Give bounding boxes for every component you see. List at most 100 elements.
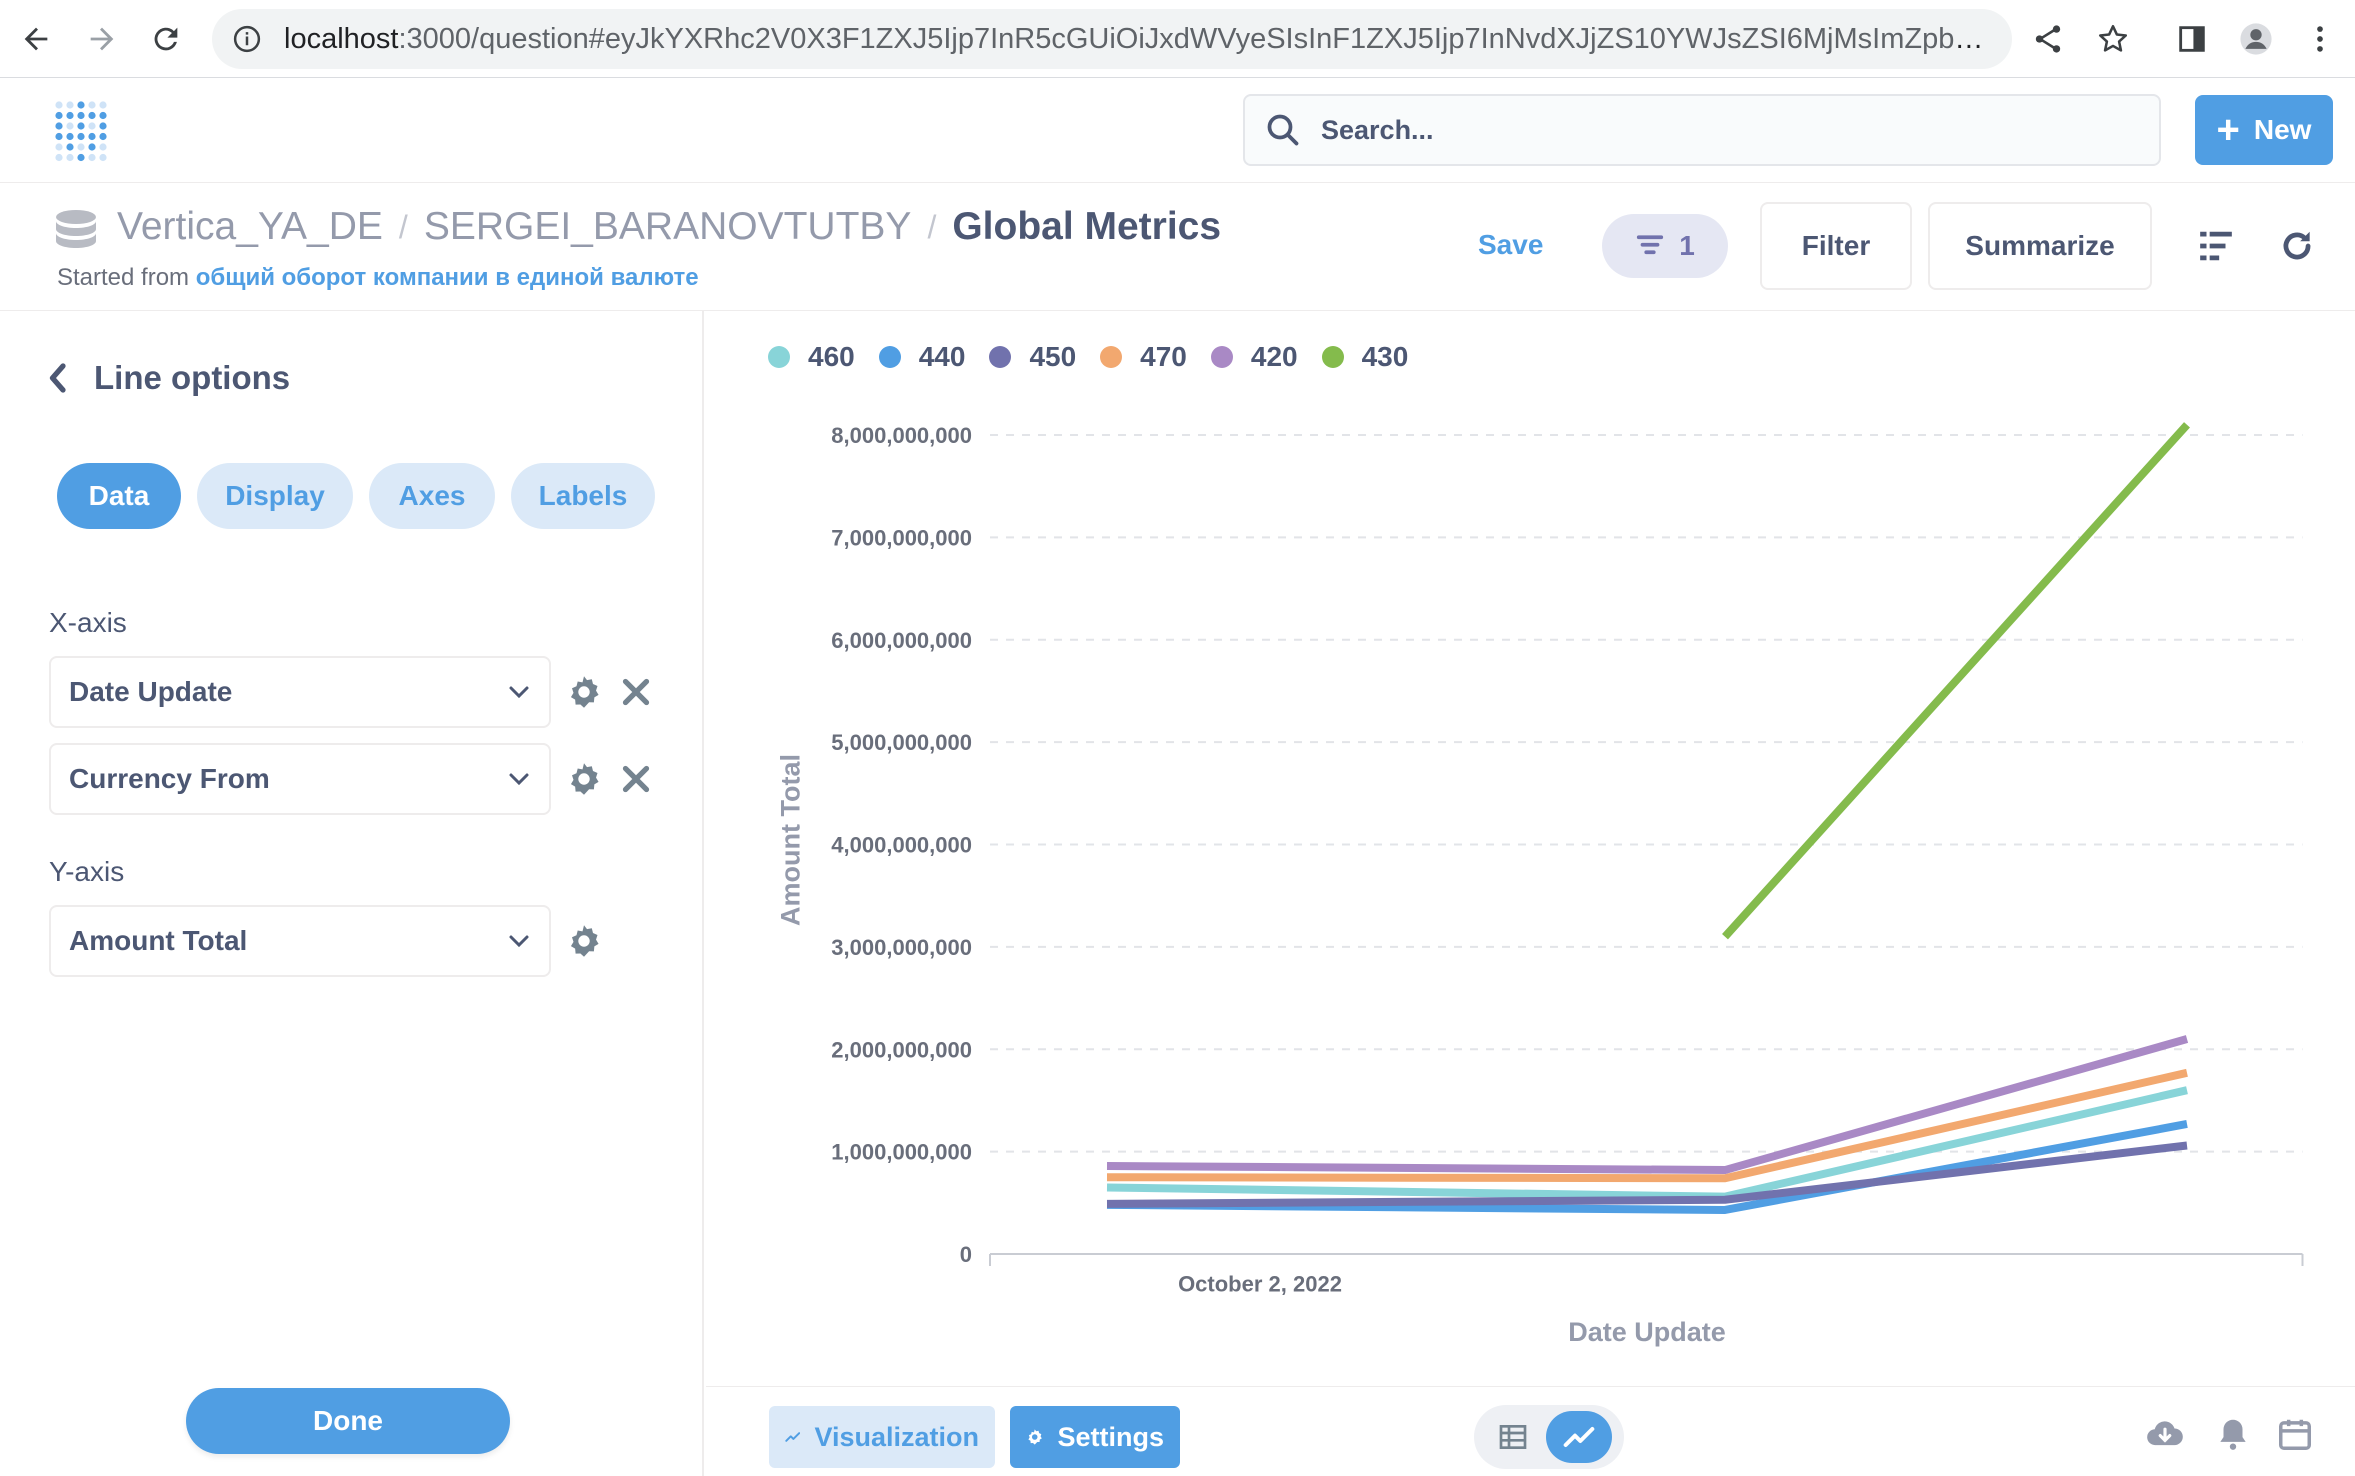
gear-icon — [570, 763, 599, 795]
side-panel-icon — [2179, 26, 2205, 52]
series-field-value: Currency From — [69, 763, 270, 794]
y-tick-label: 5,000,000,000 — [831, 730, 972, 755]
y-tick-label: 0 — [960, 1242, 972, 1267]
bookmark-button[interactable] — [2083, 9, 2143, 69]
logo-dot — [88, 111, 96, 120]
side-panel-button[interactable] — [2162, 9, 2222, 69]
logo-dot — [77, 101, 85, 109]
profile-button[interactable] — [2226, 9, 2286, 69]
logo-dot — [77, 153, 85, 162]
logo-dot — [66, 132, 74, 141]
visualization-label: Visualization — [814, 1421, 979, 1452]
logo-dot — [88, 132, 96, 141]
query-footer: Visualization Settings — [706, 1386, 2355, 1476]
schedule-button[interactable] — [2276, 1415, 2314, 1453]
logo-dot — [88, 122, 96, 130]
y-axis-field-select[interactable]: Amount Total — [49, 905, 551, 977]
breadcrumb-separator: / — [398, 208, 408, 245]
filter-button[interactable]: Filter — [1760, 202, 1912, 290]
breadcrumb-database[interactable]: Vertica_YA_DE — [117, 205, 383, 249]
x-axis-field-row: Date Update — [49, 656, 655, 728]
series-field-settings[interactable] — [565, 760, 603, 798]
url-text: localhost:3000/question#eyJkYXRhc2V0X3F1… — [284, 23, 2004, 56]
chevron-down-icon — [509, 773, 529, 786]
breadcrumb-separator: / — [927, 208, 937, 245]
series-line-430 — [1722, 422, 2190, 940]
logo-dot — [66, 153, 74, 162]
refresh-icon[interactable] — [2278, 227, 2316, 265]
metabase-logo-icon[interactable] — [54, 100, 108, 162]
alert-button[interactable] — [2214, 1415, 2252, 1453]
logo-dot — [55, 143, 63, 151]
search-icon — [1267, 114, 1299, 146]
logo-dot — [66, 101, 74, 109]
notebook-editor-icon[interactable] — [2197, 227, 2235, 265]
line-chart-icon — [1563, 1427, 1595, 1447]
series-field-select[interactable]: Currency From — [49, 743, 551, 815]
y-axis-field-settings[interactable] — [565, 922, 603, 960]
reload-button[interactable] — [136, 9, 196, 69]
url-path: :3000/question#eyJkYXRhc2V0X3F1ZXJ5Ijp7I… — [398, 22, 2004, 55]
tab-data[interactable]: Data — [57, 463, 181, 529]
forward-button[interactable] — [72, 9, 132, 69]
filter-icon — [1637, 235, 1664, 255]
gear-icon — [570, 925, 599, 957]
sidebar-title: Line options — [94, 359, 291, 396]
visualization-button[interactable]: Visualization — [769, 1406, 995, 1468]
summarize-button[interactable]: Summarize — [1928, 202, 2152, 290]
logo-dot — [88, 143, 96, 151]
chart-view-toggle[interactable] — [1546, 1411, 1612, 1463]
browser-menu-button[interactable] — [2290, 9, 2350, 69]
started-from: Started from общий оборот компании в еди… — [57, 264, 699, 292]
back-button[interactable] — [6, 9, 66, 69]
logo-dot — [99, 153, 107, 162]
avatar-icon — [2240, 23, 2272, 55]
gear-icon — [570, 676, 599, 708]
view-toggle — [1474, 1405, 1624, 1469]
x-axis-label: X-axis — [49, 607, 127, 638]
filter-count: 1 — [1679, 230, 1695, 261]
download-button[interactable] — [2146, 1415, 2184, 1453]
settings-button[interactable]: Settings — [1010, 1406, 1180, 1468]
series-field-row: Currency From — [49, 743, 655, 815]
x-axis-field-remove[interactable] — [617, 673, 655, 711]
logo-dot — [55, 101, 63, 109]
kebab-menu-icon — [2317, 26, 2323, 52]
chevron-down-icon — [509, 686, 529, 699]
tab-axes[interactable]: Axes — [369, 463, 495, 529]
database-icon — [56, 210, 96, 248]
table-icon — [1499, 1425, 1527, 1449]
x-axis-field-settings[interactable] — [565, 673, 603, 711]
filter-count-pill[interactable]: 1 — [1602, 214, 1728, 278]
save-button[interactable]: Save — [1478, 229, 1543, 261]
logo-dot — [99, 122, 107, 130]
share-button[interactable] — [2018, 9, 2078, 69]
x-tick-label: October 2, 2022 — [1178, 1272, 1342, 1297]
x-axis-field-select[interactable]: Date Update — [49, 656, 551, 728]
series-field-remove[interactable] — [617, 760, 655, 798]
info-icon — [233, 25, 261, 53]
search-input[interactable]: Search... — [1243, 94, 2161, 166]
done-button[interactable]: Done — [186, 1388, 510, 1454]
address-bar[interactable]: localhost:3000/question#eyJkYXRhc2V0X3F1… — [212, 9, 2012, 69]
page-title[interactable]: Global Metrics — [952, 205, 1221, 249]
table-view-toggle[interactable] — [1480, 1411, 1546, 1463]
y-tick-label: 3,000,000,000 — [831, 935, 972, 960]
browser-toolbar: localhost:3000/question#eyJkYXRhc2V0X3F1… — [0, 0, 2355, 78]
tab-display[interactable]: Display — [197, 463, 353, 529]
tab-labels[interactable]: Labels — [511, 463, 655, 529]
started-from-link[interactable]: общий оборот компании в единой валюте — [196, 264, 699, 291]
y-tick-label: 8,000,000,000 — [831, 423, 972, 448]
y-axis-field-row: Amount Total — [49, 905, 603, 977]
arrow-right-icon — [90, 27, 114, 51]
y-tick-label: 1,000,000,000 — [831, 1140, 972, 1165]
breadcrumb-schema[interactable]: SERGEI_BARANOVTUTBY — [424, 205, 912, 249]
close-icon — [622, 765, 650, 793]
x-axis-title: Date Update — [1568, 1317, 1726, 1347]
logo-dot — [99, 143, 107, 151]
settings-sidebar: Line options Data Display Axes Labels X-… — [0, 311, 704, 1476]
line-options-header[interactable]: Line options — [44, 359, 290, 397]
line-chart: 0 1,000,000,000 2,000,000,000 3,000,000,000… — [776, 422, 2304, 1347]
settings-label: Settings — [1057, 1421, 1164, 1452]
new-button[interactable]: + New — [2195, 95, 2333, 165]
